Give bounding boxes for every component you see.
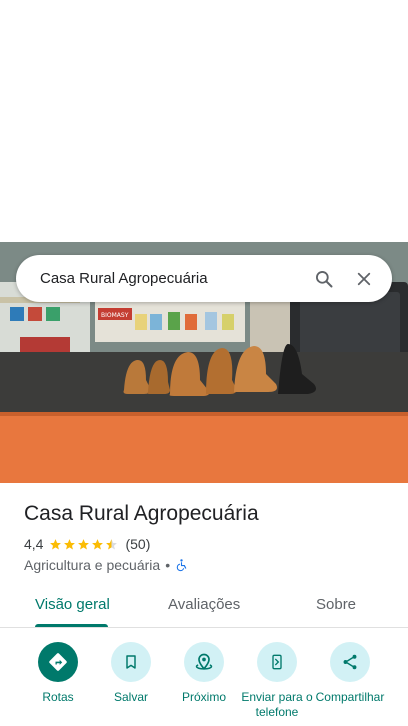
star-icon: [50, 538, 62, 549]
save-button[interactable]: Salvar: [91, 642, 171, 705]
nearby-label: Próximo: [181, 690, 226, 704]
directions-button[interactable]: Rotas: [18, 642, 98, 705]
nearby-button[interactable]: Próximo: [164, 642, 244, 705]
send-to-phone-label: Enviar para o telefone: [241, 690, 313, 719]
review-count[interactable]: (50): [125, 536, 150, 552]
category-row: Agricultura e pecuária •: [24, 557, 188, 573]
directions-icon: [49, 653, 67, 671]
share-label: Compartilhar: [315, 690, 385, 704]
rating-stars: [49, 538, 119, 551]
place-title: Casa Rural Agropecuária: [24, 502, 259, 525]
bookmark-icon: [126, 655, 136, 669]
tab-overview[interactable]: Visão geral: [35, 588, 110, 628]
share-button[interactable]: Compartilhar: [310, 642, 390, 705]
place-tabs: Visão geral Avaliações Sobre: [0, 588, 408, 628]
directions-label: Rotas: [42, 690, 74, 704]
star-icon: [92, 538, 104, 549]
send-to-phone-button[interactable]: Enviar para o telefone: [237, 642, 317, 720]
save-label: Salvar: [113, 690, 148, 704]
nearby-circle[interactable]: [184, 642, 224, 682]
category-label: Agricultura e pecuária: [24, 557, 161, 573]
directions-circle[interactable]: [38, 642, 78, 682]
tab-about[interactable]: Sobre: [316, 588, 356, 628]
save-circle[interactable]: [111, 642, 151, 682]
photo-sign-text: BIOMASY: [101, 312, 129, 319]
rating-value: 4,4: [24, 536, 44, 552]
share-icon: [343, 654, 357, 670]
half-star-icon: [106, 538, 118, 549]
send-to-phone-icon: [272, 654, 282, 670]
search-button[interactable]: [304, 259, 344, 299]
star-icon: [78, 538, 90, 549]
search-bar[interactable]: Casa Rural Agropecuária: [16, 255, 392, 302]
search-query[interactable]: Casa Rural Agropecuária: [40, 270, 304, 287]
star-icon: [64, 538, 76, 549]
rating-row[interactable]: 4,4 (50): [24, 536, 150, 552]
send-to-phone-circle[interactable]: [257, 642, 297, 682]
tab-reviews[interactable]: Avaliações: [168, 588, 240, 628]
nearby-icon: [195, 653, 213, 670]
search-icon: [316, 270, 333, 287]
separator: •: [165, 557, 171, 573]
active-tab-indicator: [35, 624, 108, 627]
share-circle[interactable]: [330, 642, 370, 682]
close-icon: [357, 272, 371, 285]
map-area-blank: [0, 0, 408, 242]
clear-search-button[interactable]: [344, 259, 384, 299]
wheelchair-accessible-icon: [176, 559, 187, 572]
